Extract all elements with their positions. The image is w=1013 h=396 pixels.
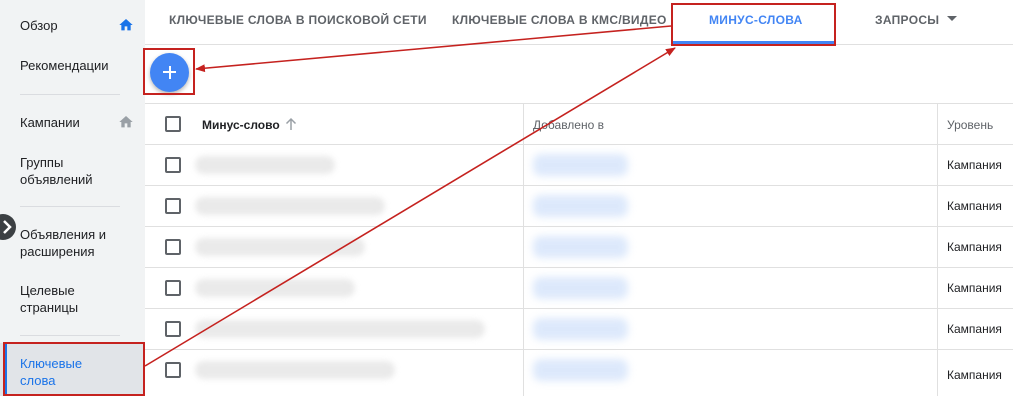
arrow-to-add-button	[195, 25, 672, 73]
arrow-to-negative-keywords-tab	[144, 47, 676, 367]
annotation-arrows	[144, 25, 676, 367]
